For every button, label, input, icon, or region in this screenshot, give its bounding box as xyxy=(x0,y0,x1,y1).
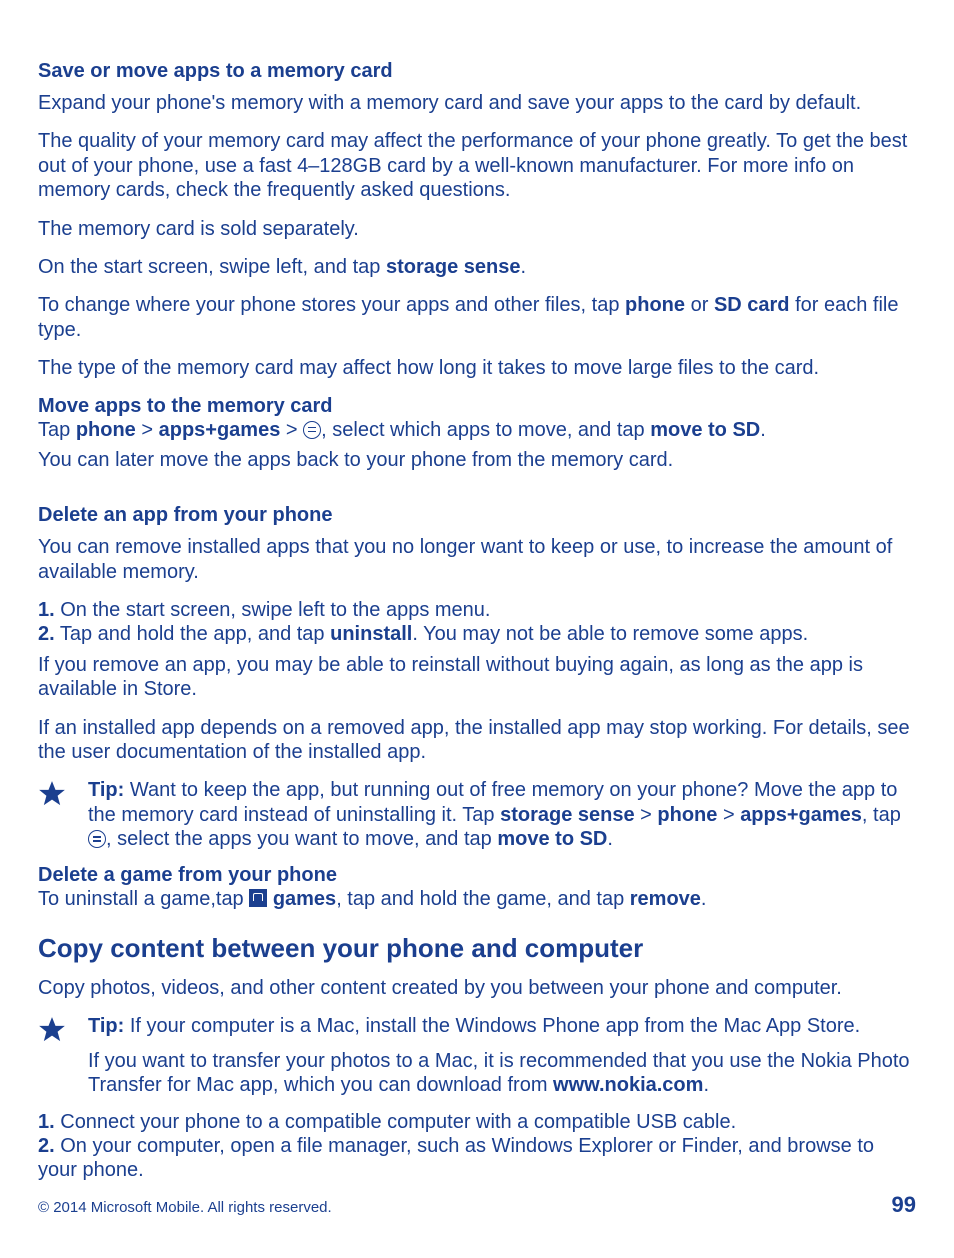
text: . xyxy=(760,419,766,441)
text: , select which apps to move, and tap xyxy=(321,419,650,441)
tip-block: Tip: If your computer is a Mac, install … xyxy=(38,1014,916,1097)
tip-block: Tip: Want to keep the app, but running o… xyxy=(38,778,916,851)
ui-term-remove: remove xyxy=(630,888,701,910)
ui-term-move-to-sd: move to SD xyxy=(497,828,607,850)
ui-term-storage-sense: storage sense xyxy=(386,256,521,278)
body-text: If an installed app depends on a removed… xyxy=(38,716,916,765)
heading-copy-content: Copy content between your phone and comp… xyxy=(38,933,916,964)
list-item: 1. On the start screen, swipe left to th… xyxy=(38,598,916,622)
body-text: Copy photos, videos, and other content c… xyxy=(38,976,916,1000)
text: Connect your phone to a compatible compu… xyxy=(55,1111,736,1133)
ui-term-apps-games: apps+games xyxy=(740,804,862,826)
text: or xyxy=(685,294,714,316)
page-number: 99 xyxy=(892,1192,916,1218)
text: If you want to transfer your photos to a… xyxy=(88,1050,910,1096)
ui-term-phone: phone xyxy=(657,804,717,826)
page: Save or move apps to a memory card Expan… xyxy=(0,0,954,1258)
text: , select the apps you want to move, and … xyxy=(106,828,497,850)
list-number: 2. xyxy=(38,623,55,645)
ui-term-storage-sense: storage sense xyxy=(500,804,635,826)
text: , tap xyxy=(862,804,901,826)
heading-save-move: Save or move apps to a memory card xyxy=(38,60,916,83)
text: > xyxy=(280,419,303,441)
body-text: You can later move the apps back to your… xyxy=(38,448,916,472)
page-footer: © 2014 Microsoft Mobile. All rights rese… xyxy=(38,1192,916,1218)
ui-term-phone: phone xyxy=(76,419,136,441)
select-icon xyxy=(303,421,321,439)
ui-term-sd-card: SD card xyxy=(714,294,790,316)
tip-body: Tip: Want to keep the app, but running o… xyxy=(88,778,916,851)
text: If your computer is a Mac, install the W… xyxy=(124,1015,860,1037)
text: > xyxy=(136,419,159,441)
text: . xyxy=(520,256,526,278)
body-text: If you remove an app, you may be able to… xyxy=(38,653,916,702)
tip-label: Tip: xyxy=(88,779,124,801)
ui-term-games: games xyxy=(273,888,336,910)
copyright: © 2014 Microsoft Mobile. All rights rese… xyxy=(38,1199,332,1216)
text: On the start screen, swipe left to the a… xyxy=(55,599,491,621)
heading-delete-game: Delete a game from your phone xyxy=(38,864,916,887)
body-text: To change where your phone stores your a… xyxy=(38,293,916,342)
text: To uninstall a game,tap xyxy=(38,888,249,910)
list-number: 2. xyxy=(38,1135,55,1157)
list-item: 1. Connect your phone to a compatible co… xyxy=(38,1110,916,1134)
heading-move-apps: Move apps to the memory card xyxy=(38,395,916,418)
tip-body: Tip: If your computer is a Mac, install … xyxy=(88,1014,916,1097)
text: . xyxy=(701,888,707,910)
list-item: 2. Tap and hold the app, and tap uninsta… xyxy=(38,622,916,646)
games-icon xyxy=(249,889,267,907)
text: On the start screen, swipe left, and tap xyxy=(38,256,386,278)
body-text: The type of the memory card may affect h… xyxy=(38,356,916,380)
list-number: 1. xyxy=(38,599,55,621)
text: > xyxy=(635,804,658,826)
ui-term-uninstall: uninstall xyxy=(330,623,412,645)
body-text: The quality of your memory card may affe… xyxy=(38,129,916,202)
ui-term-move-to-sd: move to SD xyxy=(650,419,760,441)
body-text: Expand your phone's memory with a memory… xyxy=(38,91,916,115)
list-number: 1. xyxy=(38,1111,55,1133)
select-icon xyxy=(88,830,106,848)
text: , tap and hold the game, and tap xyxy=(336,888,630,910)
text: Tap and hold the app, and tap xyxy=(55,623,330,645)
body-text: Tap phone > apps+games > , select which … xyxy=(38,418,916,442)
heading-delete-app: Delete an app from your phone xyxy=(38,504,916,527)
text: Tap xyxy=(38,419,76,441)
text: . You may not be able to remove some app… xyxy=(412,623,808,645)
body-text: On the start screen, swipe left, and tap… xyxy=(38,255,916,279)
tip-label: Tip: xyxy=(88,1015,124,1037)
body-text: The memory card is sold separately. xyxy=(38,217,916,241)
text: On your computer, open a file manager, s… xyxy=(38,1135,874,1181)
list-item: 2. On your computer, open a file manager… xyxy=(38,1134,916,1183)
body-text: To uninstall a game,tap games, tap and h… xyxy=(38,887,916,911)
ui-term-phone: phone xyxy=(625,294,685,316)
text: . xyxy=(703,1074,709,1096)
tip-star-icon xyxy=(38,778,88,808)
text: . xyxy=(607,828,613,850)
text: To change where your phone stores your a… xyxy=(38,294,625,316)
body-text: You can remove installed apps that you n… xyxy=(38,535,916,584)
text: > xyxy=(717,804,740,826)
url-nokia: www.nokia.com xyxy=(553,1074,703,1096)
ui-term-apps-games: apps+games xyxy=(159,419,281,441)
tip-star-icon xyxy=(38,1014,88,1044)
